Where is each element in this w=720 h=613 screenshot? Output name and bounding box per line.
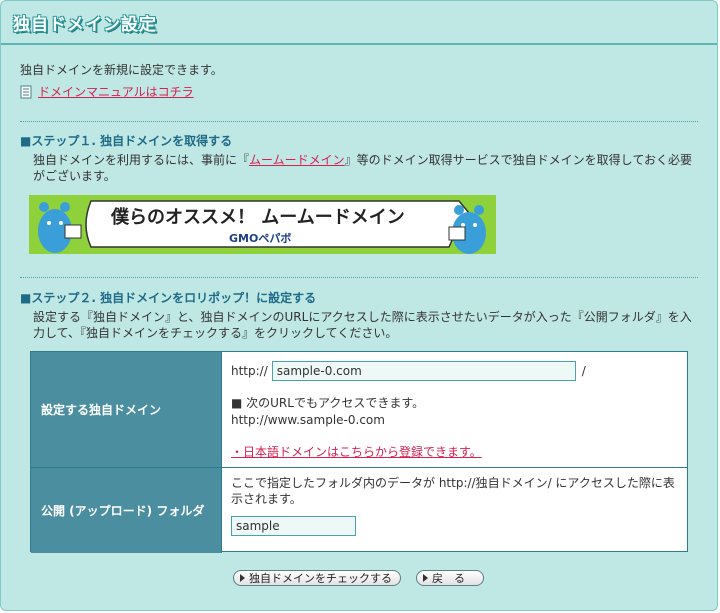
domain-label: 設定する独自ドメイン — [31, 352, 222, 467]
domain-input[interactable] — [271, 361, 576, 381]
domain-row: 設定する独自ドメイン http:// / ■ 次のURLでもアクセスできます。 … — [31, 352, 687, 468]
separator — [20, 121, 698, 122]
arrow-right-icon — [240, 574, 245, 582]
folder-row: 公開 (アップロード) フォルダ ここで指定したフォルダ内のデータが http:… — [31, 468, 687, 553]
domain-manual-link[interactable]: ドメインマニュアルはコチラ — [38, 83, 194, 100]
step1-text: 独自ドメインを利用するには、事前に『ムームードメイン』等のドメイン取得サービスで… — [33, 152, 701, 184]
domain-form-table: 設定する独自ドメイン http:// / ■ 次のURLでもアクセスできます。 … — [30, 351, 688, 553]
access-note: ■ 次のURLでもアクセスできます。 — [231, 396, 425, 410]
http-prefix: http:// — [231, 364, 268, 378]
folder-cell: ここで指定したフォルダ内のデータが http://独自ドメイン/ にアクセスした… — [231, 468, 679, 553]
step1-title: ■ステップ１. 独自ドメインを取得する — [20, 134, 233, 148]
separator — [20, 277, 698, 278]
back-button-label: 戻 る — [432, 572, 465, 585]
folder-description: ここで指定したフォルダ内のデータが http://独自ドメイン/ にアクセスした… — [231, 476, 675, 506]
slash-suffix: / — [581, 364, 586, 378]
domain-settings-panel: 独自ドメイン設定 独自ドメインを新規に設定できます。 ドメインマニュアルはコチラ… — [0, 0, 718, 611]
folder-label: 公開 (アップロード) フォルダ — [31, 468, 222, 553]
step2-title: ■ステップ２. 独自ドメインをロリポップ！に設定する — [20, 291, 317, 305]
step1-text-before: 独自ドメインを利用するには、事前に『 — [33, 153, 250, 167]
document-icon — [20, 85, 32, 98]
folder-input[interactable] — [231, 516, 356, 536]
page-title: 独自ドメイン設定 — [13, 15, 157, 35]
banner-brand: GMOペパボ — [229, 231, 291, 245]
domain-input-row: http:// / — [231, 361, 586, 381]
step2-text: 設定する『独自ドメイン』と、独自ドメインのURLにアクセスした際に表示させたいデ… — [33, 310, 692, 340]
intro-text: 独自ドメインを新規に設定できます。 — [20, 63, 223, 77]
banner-headline: 僕らのオススメ！ ムームードメイン — [110, 206, 405, 228]
muumuu-domain-link[interactable]: ムームードメイン — [249, 153, 345, 167]
arrow-right-icon — [423, 574, 428, 582]
domain-cell: http:// / ■ 次のURLでもアクセスできます。 http://www.… — [231, 352, 679, 467]
muumuu-banner[interactable]: 僕らのオススメ！ ムームードメイン GMOペパボ — [29, 195, 496, 254]
japanese-domain-link[interactable]: ・日本語ドメインはこちらから登録できます。 — [231, 443, 482, 460]
check-domain-button[interactable]: 独自ドメインをチェックする — [233, 570, 401, 586]
www-url: http://www.sample-0.com — [231, 413, 385, 427]
check-domain-button-label: 独自ドメインをチェックする — [249, 572, 392, 585]
title-bar: 独自ドメイン設定 — [1, 1, 717, 45]
back-button[interactable]: 戻 る — [416, 570, 484, 586]
manual-link-row: ドメインマニュアルはコチラ — [20, 83, 194, 100]
